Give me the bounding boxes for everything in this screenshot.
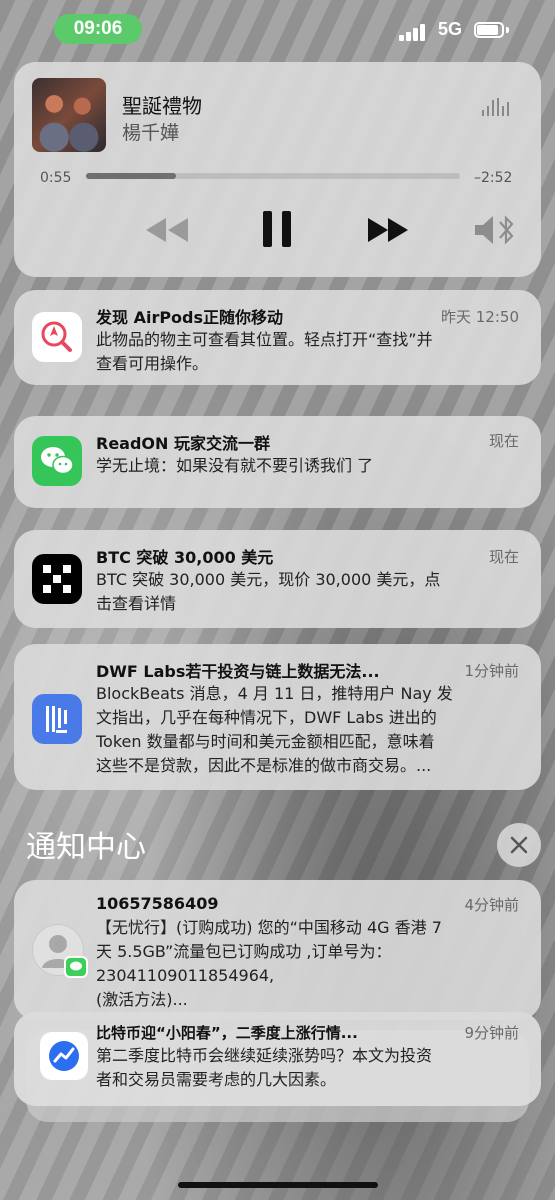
song-artist: 楊千嬅 (122, 122, 180, 144)
status-time[interactable]: 09:06 (54, 14, 142, 44)
notification-body: 第二季度比特币会继续延续涨势吗？本文为投资 者和交易员需要考虑的几大因素。 (96, 1044, 526, 1092)
network-type: 5G (438, 19, 463, 39)
notification-body: BTC 突破 30,000 美元，现价 30,000 美元，点 击查看详情 (96, 568, 526, 616)
body-line: 第二季度比特币会继续延续涨势吗？本文为投资 (96, 1046, 433, 1065)
notification-title: ReadON 玩家交流一群 (96, 434, 270, 453)
playback-scrubber[interactable] (86, 173, 460, 179)
okx-icon (32, 554, 82, 604)
notification-findmy[interactable]: 发现 AirPods正随你移动 昨天 12:50 此物品的物主可查看其位置。轻点… (14, 290, 541, 385)
rewind-icon[interactable] (144, 214, 192, 246)
playback-progress (86, 173, 176, 179)
clear-notifications-button[interactable] (497, 823, 541, 867)
body-line: 者和交易员需要考虑的几大因素。 (96, 1070, 337, 1089)
messages-badge-icon (64, 956, 88, 978)
notification-title: 10657586409 (96, 894, 219, 913)
notification-dwf[interactable]: DWF Labs若干投资与链上数据无法... 1分钟前 BlockBeats 消… (14, 644, 541, 790)
body-line: 天 5.5GB”流量包已订购成功 ,订单号为： (96, 942, 392, 961)
fast-forward-icon[interactable] (364, 214, 412, 246)
notification-body: BlockBeats 消息，4 月 11 日，推特用户 Nay 发 文指出，几乎… (96, 682, 526, 778)
body-line: (激活方法)... (96, 990, 188, 1009)
body-line: Token 数量都与时间和美元金额相匹配，意味着 (96, 732, 435, 751)
pause-icon[interactable] (260, 208, 294, 250)
home-indicator[interactable] (178, 1182, 378, 1188)
notification-title: DWF Labs若干投资与链上数据无法... (96, 662, 380, 681)
notification-title: 发现 AirPods正随你移动 (96, 308, 284, 327)
body-line: BTC 突破 30,000 美元，现价 30,000 美元，点 (96, 570, 441, 589)
notification-body: 【无忧行】(订购成功) 您的“中国移动 4G 香港 7 天 5.5GB”流量包已… (96, 916, 526, 1012)
notification-time: 4分钟前 (464, 896, 519, 914)
body-line: 学无止境：如果没有就不要引诱我们 了 (96, 456, 374, 475)
find-my-icon (32, 312, 82, 362)
body-line: 23041109011854964, (96, 966, 275, 985)
dwf-app-icon (32, 694, 82, 744)
body-line: 查看可用操作。 (96, 354, 209, 373)
close-icon (510, 836, 528, 854)
notification-title: BTC 突破 30,000 美元 (96, 548, 274, 567)
remaining-time: –2:52 (474, 170, 513, 186)
wechat-icon (32, 436, 82, 486)
battery-icon (474, 22, 504, 38)
notification-sms[interactable]: 10657586409 4分钟前 【无忧行】(订购成功) 您的“中国移动 4G … (14, 880, 541, 1020)
body-line: 此物品的物主可查看其位置。轻点打开“查找”并 (96, 330, 433, 349)
body-line: 文指出，几乎在每种情况下，DWF Labs 进出的 (96, 708, 437, 727)
notification-time: 现在 (488, 432, 519, 450)
now-playing-widget[interactable]: 聖誕禮物 楊千嬅 0:55 –2:52 (14, 62, 541, 277)
battery-tip (506, 27, 509, 33)
sound-wave-icon[interactable] (482, 98, 510, 116)
notification-center-header: 通知中心 (26, 830, 146, 865)
song-title: 聖誕禮物 (122, 94, 202, 118)
notification-body: 学无止境：如果没有就不要引诱我们 了 (96, 454, 526, 478)
notification-time: 昨天 12:50 (441, 308, 519, 326)
notification-time: 9分钟前 (464, 1024, 519, 1042)
notification-okx[interactable]: BTC 突破 30,000 美元 现在 BTC 突破 30,000 美元，现价 … (14, 530, 541, 628)
notification-body: 此物品的物主可查看其位置。轻点打开“查找”并 查看可用操作。 (96, 328, 526, 376)
notification-title: 比特币迎“小阳春”，二季度上涨行情... (96, 1024, 358, 1042)
cellular-signal-icon (399, 23, 429, 41)
speaker-bluetooth-icon[interactable] (472, 212, 520, 248)
notification-news[interactable]: 比特币迎“小阳春”，二季度上涨行情... 9分钟前 第二季度比特币会继续延续涨势… (14, 1012, 541, 1106)
body-line: BlockBeats 消息，4 月 11 日，推特用户 Nay 发 (96, 684, 453, 703)
body-line: 这些不是贷款，因此不是标准的做市商交易。... (96, 756, 432, 775)
body-line: 【无忧行】(订购成功) 您的“中国移动 4G 香港 7 (96, 918, 442, 937)
status-bar: 09:06 5G (0, 0, 555, 60)
notification-wechat[interactable]: ReadON 玩家交流一群 现在 学无止境：如果没有就不要引诱我们 了 (14, 416, 541, 508)
contact-avatar-icon (32, 924, 88, 978)
news-chart-icon (40, 1032, 88, 1080)
notification-time: 1分钟前 (464, 662, 519, 680)
notification-time: 现在 (488, 548, 519, 566)
album-art[interactable] (32, 78, 106, 152)
elapsed-time: 0:55 (40, 170, 72, 186)
body-line: 击查看详情 (96, 594, 177, 613)
